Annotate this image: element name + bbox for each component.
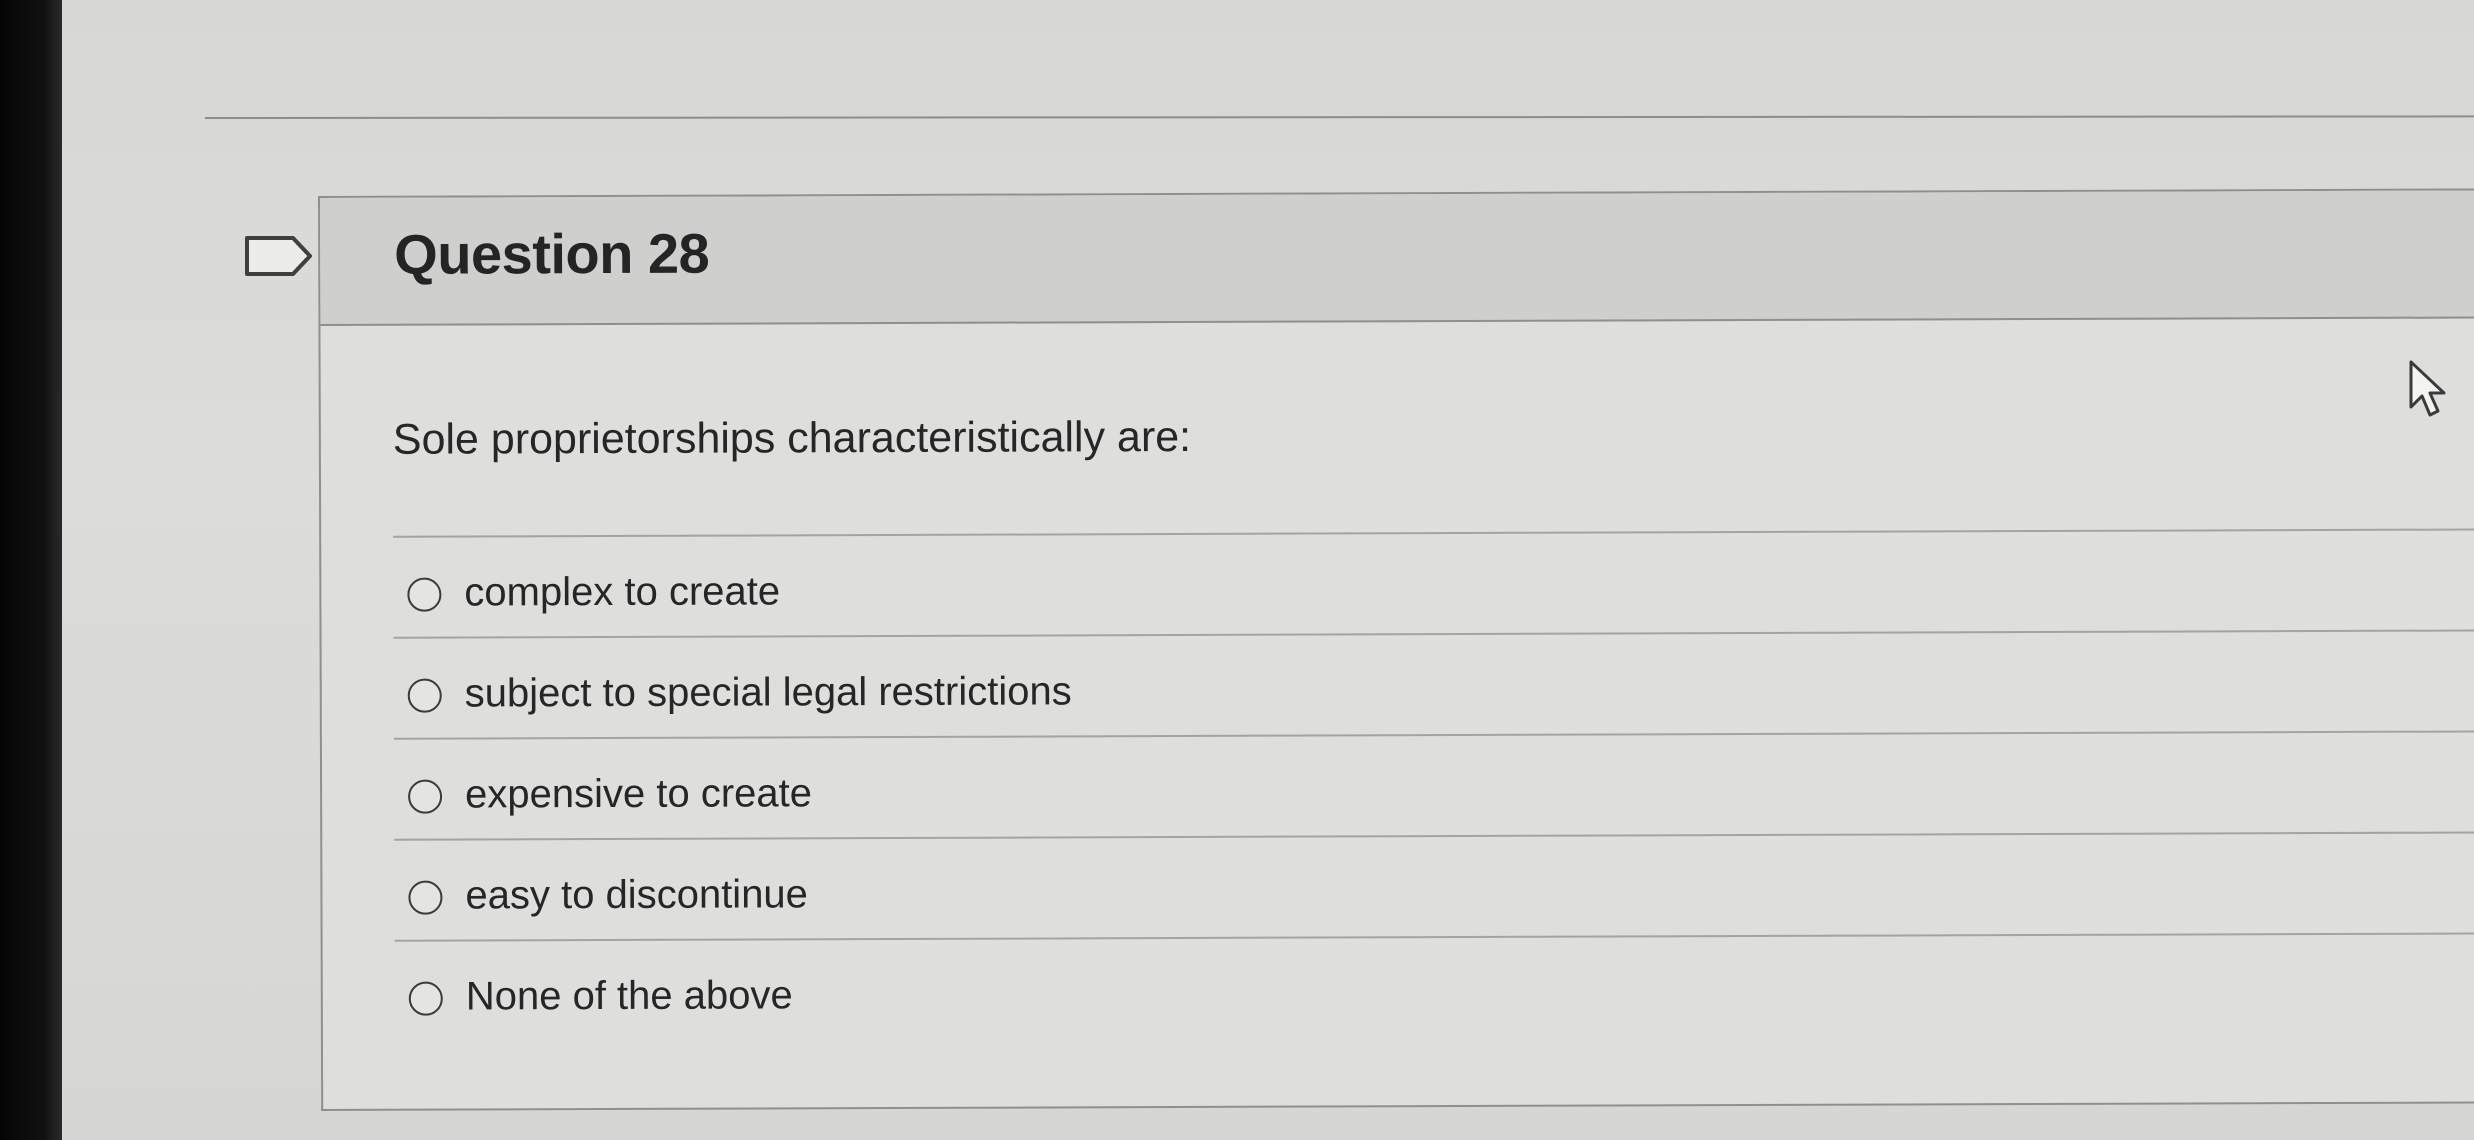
screen-bezel (0, 0, 62, 1140)
question-card: Question 28 Sole proprietorships charact… (318, 188, 2474, 1111)
radio-button[interactable] (407, 577, 442, 612)
answer-label: complex to create (464, 569, 781, 615)
answer-options: complex to create subject to special leg… (393, 528, 2474, 1041)
question-header: Question 28 (320, 190, 2474, 326)
question-prompt: Sole proprietorships characteristically … (392, 412, 1192, 464)
answer-option-expensive-to-create[interactable]: expensive to create (393, 730, 2474, 839)
answer-label: easy to discontinue (465, 872, 808, 918)
question-body: Sole proprietorships characteristically … (320, 318, 2474, 1113)
answer-label: subject to special legal restrictions (464, 669, 1072, 716)
answer-label: None of the above (465, 973, 793, 1019)
answer-label: expensive to create (465, 771, 813, 817)
mouse-pointer-icon (2409, 360, 2446, 417)
answer-option-easy-to-discontinue[interactable]: easy to discontinue (394, 831, 2474, 940)
answer-option-complex-to-create[interactable]: complex to create (393, 528, 2474, 637)
flag-question-icon[interactable] (244, 233, 314, 279)
radio-button[interactable] (408, 779, 443, 814)
radio-button[interactable] (408, 981, 443, 1016)
question-title: Question 28 (394, 221, 710, 286)
quiz-page: Question 28 Sole proprietorships charact… (0, 0, 2474, 1140)
answer-option-none-of-the-above[interactable]: None of the above (394, 932, 2474, 1041)
answer-option-subject-to-legal-restrictions[interactable]: subject to special legal restrictions (393, 629, 2474, 738)
radio-button[interactable] (408, 880, 443, 915)
radio-button[interactable] (407, 678, 442, 713)
page-divider (204, 115, 2474, 119)
